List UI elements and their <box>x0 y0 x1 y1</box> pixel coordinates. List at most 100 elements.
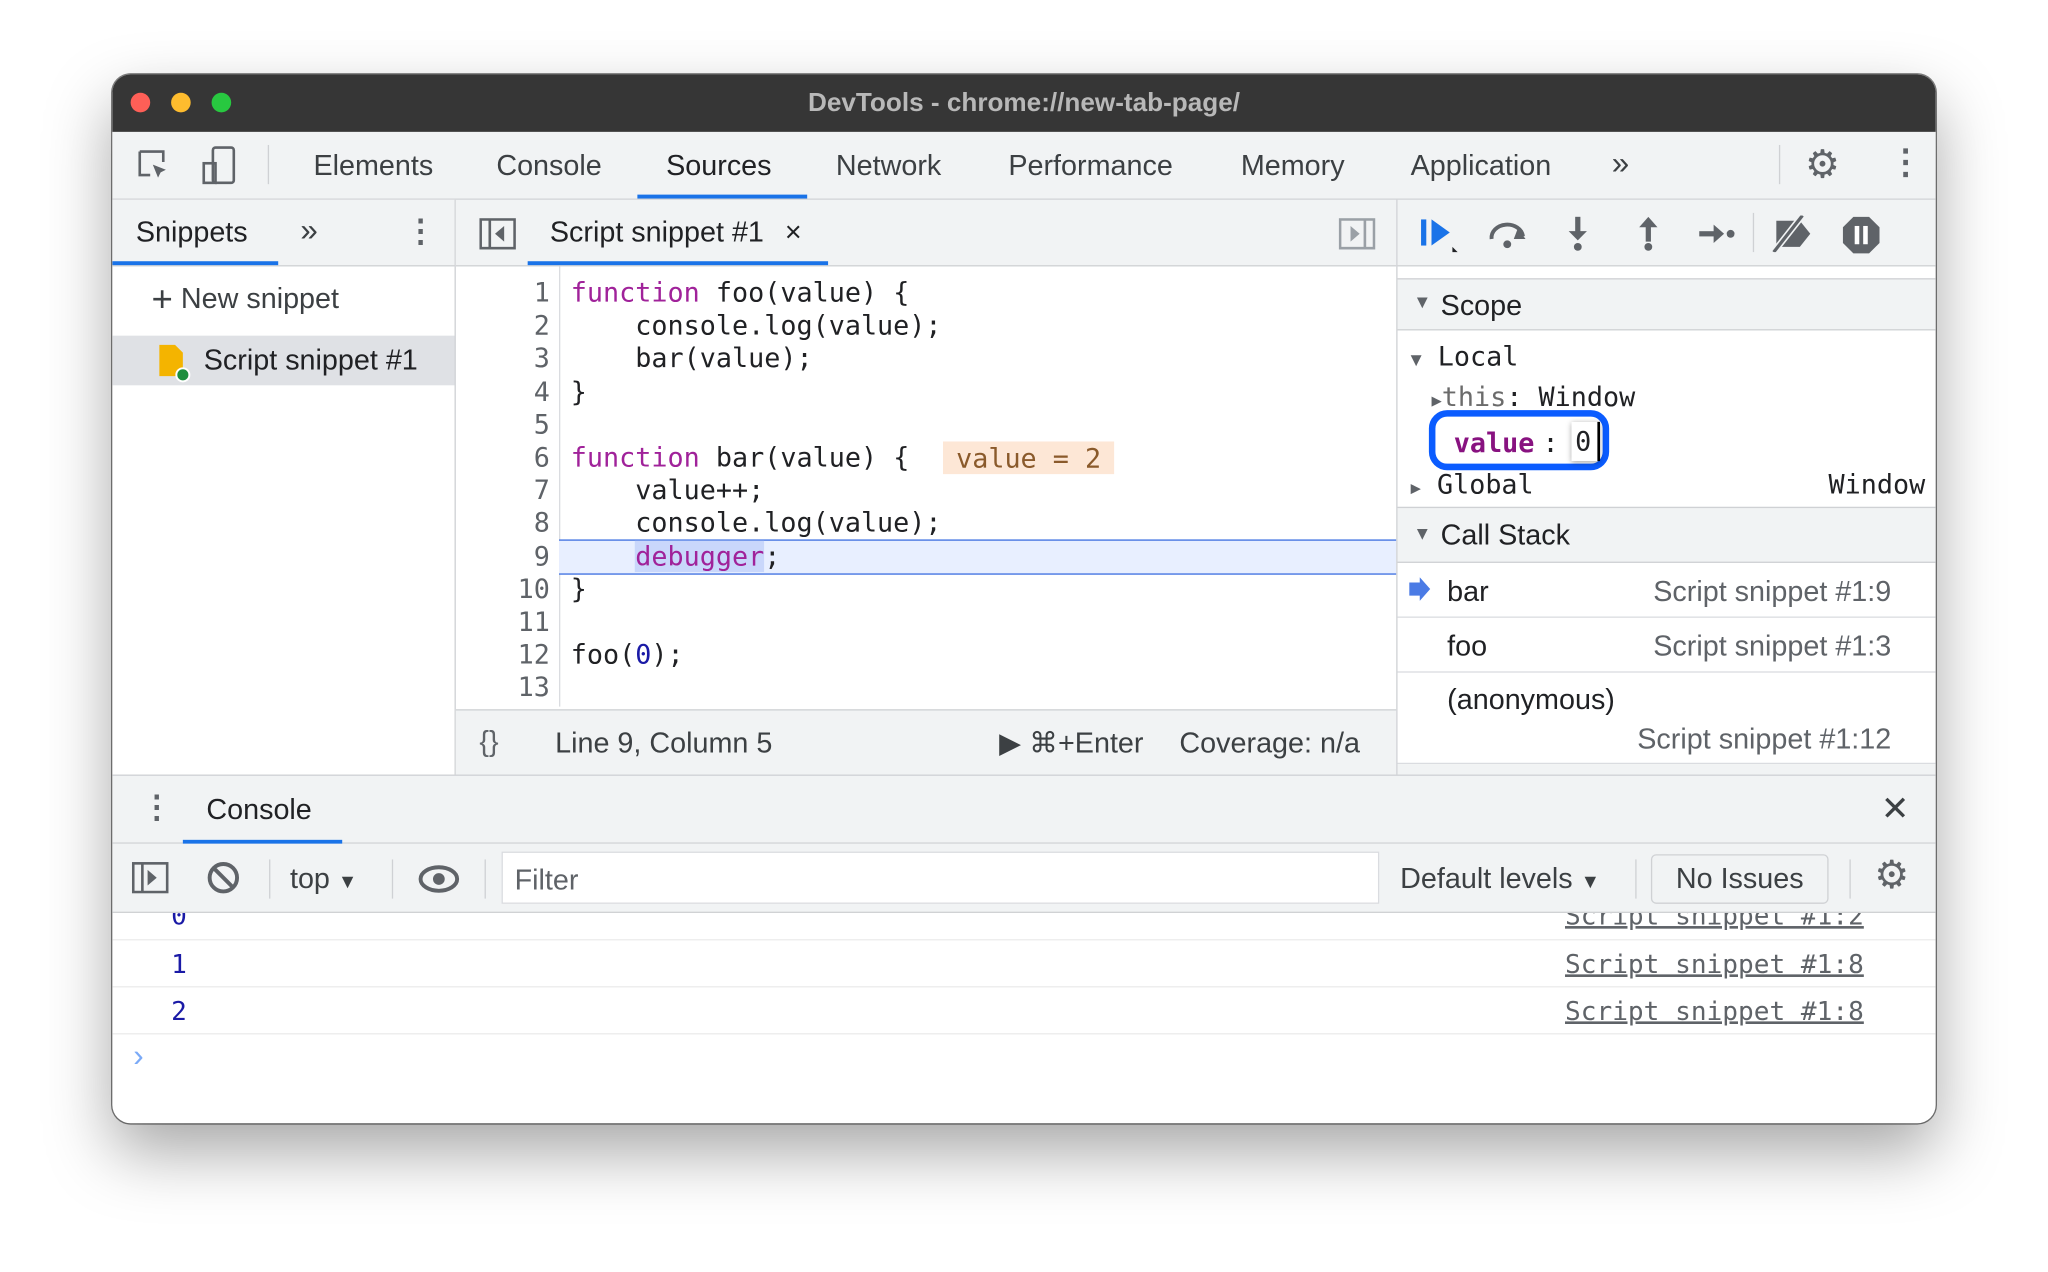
code-line: function bar(value) { <box>570 441 910 473</box>
line-number[interactable]: 8 <box>456 507 550 540</box>
step-into-icon[interactable] <box>1565 216 1591 253</box>
editor-tab-label: Script snippet #1 <box>549 215 764 249</box>
line-number[interactable]: 6 <box>456 441 550 474</box>
main-toolbar: Elements Console Sources Network Perform… <box>112 131 1936 200</box>
console-prompt[interactable]: › <box>133 1038 143 1075</box>
line-number[interactable]: 7 <box>456 474 550 507</box>
tab-network[interactable]: Network <box>836 149 941 183</box>
code-line: foo(0); <box>570 638 684 671</box>
console-message: 2 Script snippet #1:8 <box>112 987 1936 1035</box>
show-console-sidebar-icon[interactable] <box>131 862 169 894</box>
code-line: bar(value); <box>570 342 813 375</box>
step-out-icon[interactable] <box>1635 216 1661 253</box>
tab-performance[interactable]: Performance <box>1008 149 1173 183</box>
dropdown-arrow-icon: ▼ <box>1580 871 1601 894</box>
line-number[interactable]: 3 <box>456 343 550 376</box>
new-snippet-label: New snippet <box>180 282 340 315</box>
more-tabs-chevron-icon[interactable]: » <box>1612 146 1629 183</box>
inline-value-badge: value = 2 <box>943 441 1115 475</box>
code-line: console.log(value); <box>570 309 942 342</box>
tab-sources[interactable]: Sources <box>666 149 771 183</box>
coverage-status: Coverage: n/a <box>1179 726 1360 759</box>
tab-elements[interactable]: Elements <box>313 149 433 183</box>
collapse-triangle-icon: ▶ <box>1431 391 1442 412</box>
scope-local[interactable]: ▼ Local <box>1411 341 1519 372</box>
step-icon[interactable] <box>1698 221 1737 247</box>
toggle-navigator-icon[interactable] <box>479 218 516 250</box>
console-messages: 0 Script snippet #1:2 1 Script snippet #… <box>112 913 1936 1123</box>
line-number[interactable]: 13 <box>456 672 550 705</box>
console-settings-gear-icon[interactable]: ⚙ <box>1874 853 1909 899</box>
call-frame[interactable]: foo Script snippet #1:3 <box>1397 618 1936 673</box>
deactivate-breakpoints-icon[interactable] <box>1768 215 1815 253</box>
snippets-navigator: Snippets » ⋮ + New snippet Script snippe… <box>112 199 456 775</box>
code-line: console.log(value); <box>570 507 942 539</box>
tab-snippets[interactable]: Snippets <box>136 216 248 250</box>
new-snippet-button[interactable]: + New snippet <box>152 278 340 320</box>
expand-triangle-icon: ▼ <box>1413 291 1432 313</box>
line-number[interactable]: 11 <box>456 606 550 639</box>
snippet-item-label: Script snippet #1 <box>203 343 418 377</box>
pause-on-exceptions-icon[interactable] <box>1842 216 1881 255</box>
line-number[interactable]: 5 <box>456 409 550 442</box>
call-stack-section-header[interactable]: ▼ Call Stack <box>1397 506 1936 563</box>
code-line: debugger; <box>635 540 781 572</box>
tab-application[interactable]: Application <box>1411 149 1552 183</box>
drawer-header: ⋮ Console ✕ <box>112 774 1936 844</box>
device-toolbar-icon[interactable] <box>201 145 238 187</box>
snippet-item[interactable]: Script snippet #1 <box>112 335 455 386</box>
clear-console-icon[interactable] <box>206 861 240 895</box>
drawer-tab-console[interactable]: Console <box>206 793 311 827</box>
tab-memory[interactable]: Memory <box>1241 149 1345 183</box>
log-levels-dropdown[interactable]: Default levels ▼ <box>1400 862 1600 896</box>
source-link[interactable]: Script snippet #1:8 <box>1565 995 1864 1026</box>
line-number[interactable]: 4 <box>456 376 550 409</box>
editor-tab-script-snippet[interactable]: Script snippet #1 × <box>550 216 802 250</box>
title-bar: DevTools - chrome://new-tab-page/ <box>112 74 1936 132</box>
value-edit-input[interactable]: 0 <box>1571 421 1600 462</box>
code-line: } <box>570 573 587 605</box>
more-panes-chevron-icon[interactable]: » <box>300 213 317 250</box>
context-selector[interactable]: top ▼ <box>290 862 357 896</box>
close-drawer-icon[interactable]: ✕ <box>1881 789 1909 829</box>
run-snippet-button[interactable]: ▶ ⌘+Enter <box>999 726 1143 760</box>
settings-gear-icon[interactable]: ⚙ <box>1805 142 1840 188</box>
pretty-print-icon[interactable]: {} <box>479 725 498 759</box>
close-tab-icon[interactable]: × <box>785 216 802 249</box>
call-frame[interactable]: bar Script snippet #1:9 <box>1397 563 1936 618</box>
console-toolbar: top ▼ Filter Default levels ▼ No Issues … <box>112 843 1936 913</box>
drawer-menu-kebab-icon[interactable]: ⋮ <box>141 789 172 827</box>
line-number[interactable]: 2 <box>456 310 550 343</box>
console-filter-input[interactable]: Filter <box>501 851 1380 904</box>
scope-global[interactable]: ▶ Global <box>1411 469 1534 500</box>
resume-icon[interactable] <box>1418 216 1460 255</box>
dropdown-arrow-icon: ▼ <box>337 871 358 894</box>
line-number[interactable]: 1 <box>456 277 550 310</box>
inspect-element-icon[interactable] <box>136 148 173 185</box>
issues-button[interactable]: No Issues <box>1650 854 1829 904</box>
source-link[interactable]: Script snippet #1:2 <box>1565 913 1864 931</box>
line-number[interactable]: 10 <box>456 573 550 606</box>
expand-triangle-icon: ▼ <box>1410 350 1422 371</box>
code-line: function foo(value) { <box>570 276 910 309</box>
source-link[interactable]: Script snippet #1:8 <box>1565 948 1864 979</box>
value-edit-highlight: value: 0 <box>1428 410 1610 471</box>
snippet-file-icon <box>159 344 191 383</box>
console-message: 1 Script snippet #1:8 <box>112 940 1936 988</box>
line-number[interactable]: 12 <box>456 639 550 672</box>
navigator-menu-kebab-icon[interactable]: ⋮ <box>405 213 436 251</box>
call-frame[interactable]: (anonymous) Script snippet #1:12 <box>1397 673 1936 765</box>
scope-section-header[interactable]: ▼ Scope <box>1397 278 1936 331</box>
tab-console[interactable]: Console <box>496 149 601 183</box>
scope-this[interactable]: ▶this: Window <box>1432 381 1636 412</box>
editor-status-bar: {} Line 9, Column 5 ▶ ⌘+Enter Coverage: … <box>455 709 1397 776</box>
live-expression-eye-icon[interactable] <box>418 865 460 894</box>
line-number[interactable]: 9 <box>456 540 550 573</box>
expand-triangle-icon: ▼ <box>1413 522 1432 544</box>
scope-global-value: Window <box>1828 468 1926 501</box>
toggle-debugger-icon[interactable] <box>1338 218 1376 250</box>
step-over-icon[interactable] <box>1486 218 1530 249</box>
play-icon: ▶ <box>999 726 1022 759</box>
more-options-kebab-icon[interactable]: ⋮ <box>1889 142 1923 182</box>
debugger-toolbar <box>1397 199 1936 267</box>
